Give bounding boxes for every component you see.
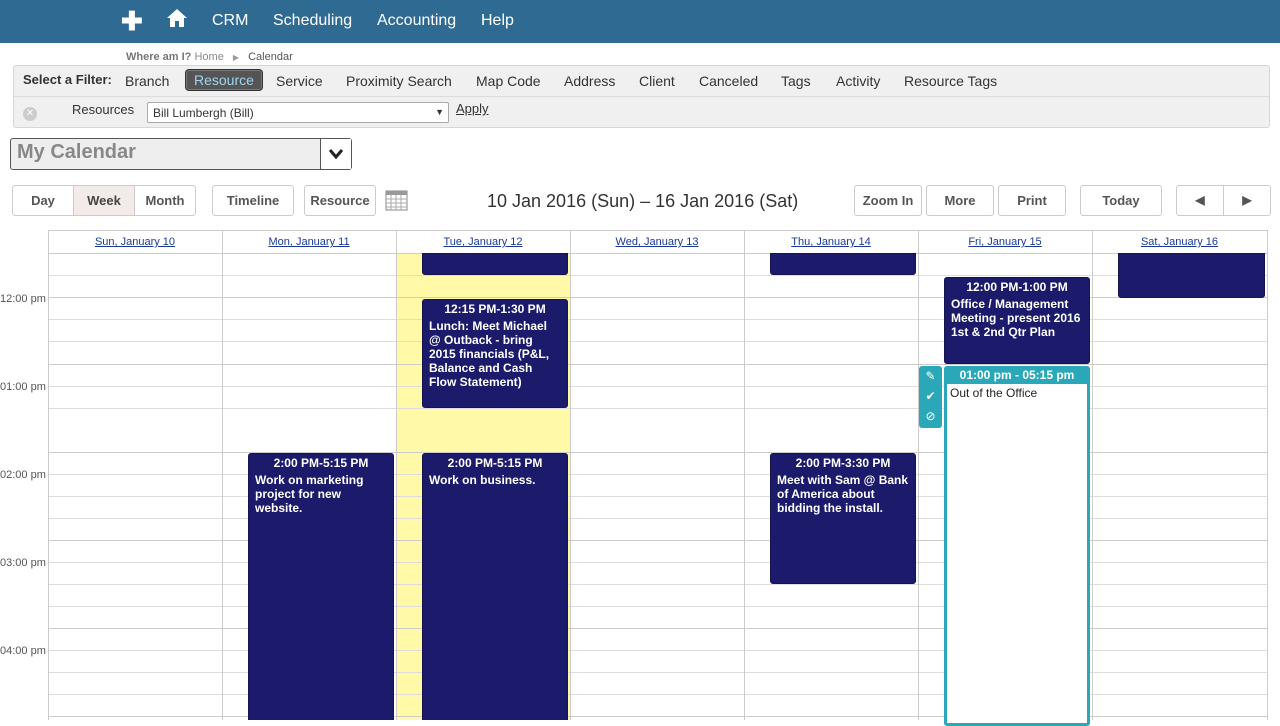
view-resource-button[interactable]: Resource — [304, 185, 376, 216]
filter-label: Select a Filter: — [23, 72, 112, 87]
event-time: 2:00 PM-5:15 PM — [447, 456, 543, 470]
event-description: Work on business. — [429, 473, 536, 487]
breadcrumb: Where am I? Home ▶ Calendar — [126, 51, 293, 63]
grid-line — [570, 230, 571, 720]
event-time: 12:00 PM-1:00 PM — [966, 280, 1068, 294]
event-time: 12:15 PM-1:30 PM — [444, 302, 546, 316]
day-header-tue[interactable]: Tue, January 12 — [396, 232, 570, 254]
breadcrumb-label: Where am I? — [126, 51, 192, 63]
filter-tab-map-code[interactable]: Map Code — [476, 73, 541, 89]
edit-icon[interactable]: ✎ — [919, 366, 942, 386]
time-label: 04:00 pm — [0, 645, 46, 657]
view-month-button[interactable]: Month — [134, 185, 196, 216]
event-tue-lunch[interactable]: 12:15 PM-1:30 PM Lunch: Meet Michael @ O… — [422, 299, 568, 408]
grid-line — [222, 230, 223, 720]
time-label: 03:00 pm — [0, 557, 46, 569]
chevron-down-icon[interactable] — [320, 139, 351, 169]
resources-select-value: Bill Lumbergh (Bill) — [153, 106, 254, 120]
event-description: Work on marketing project for new websit… — [255, 473, 364, 515]
filter-tab-tags[interactable]: Tags — [781, 73, 811, 89]
filter-tab-resource-tags[interactable]: Resource Tags — [904, 73, 997, 89]
day-header-thu[interactable]: Thu, January 14 — [744, 232, 918, 254]
chevron-down-icon: ▼ — [435, 107, 444, 117]
more-button[interactable]: More — [926, 185, 994, 216]
resources-label: Resources — [72, 102, 135, 117]
nav-scheduling[interactable]: Scheduling — [273, 12, 352, 30]
top-nav-bar: ✚ CRM Scheduling Accounting Help — [0, 0, 1280, 43]
calendar-select[interactable]: My Calendar — [10, 138, 352, 170]
breadcrumb-home[interactable]: Home — [194, 51, 223, 63]
resources-select[interactable]: Bill Lumbergh (Bill) ▼ — [147, 102, 449, 123]
calendar-icon[interactable] — [385, 190, 408, 211]
filter-tab-activity[interactable]: Activity — [836, 73, 880, 89]
grid-line — [744, 230, 745, 720]
time-label: 02:00 pm — [0, 469, 46, 481]
grid-line — [48, 364, 1268, 365]
event-mon-marketing[interactable]: 2:00 PM-5:15 PM Work on marketing projec… — [248, 453, 394, 720]
event-description: Meet with Sam @ Bank of America about bi… — [777, 473, 909, 515]
event-block[interactable] — [770, 253, 916, 275]
cancel-icon[interactable]: ⊘ — [919, 406, 942, 426]
event-description: Lunch: Meet Michael @ Outback - bring 20… — [429, 319, 550, 389]
view-day-button[interactable]: Day — [12, 185, 74, 216]
event-time: 01:00 pm - 05:15 pm — [947, 369, 1087, 384]
day-header-sat[interactable]: Sat, January 16 — [1092, 232, 1267, 254]
event-tue-business[interactable]: 2:00 PM-5:15 PM Work on business. — [422, 453, 568, 720]
event-fri-meeting[interactable]: 12:00 PM-1:00 PM Office / Management Mee… — [944, 277, 1090, 364]
day-header-mon[interactable]: Mon, January 11 — [222, 232, 396, 254]
today-button[interactable]: Today — [1080, 185, 1162, 216]
filter-tab-canceled[interactable]: Canceled — [699, 73, 758, 89]
event-time: 2:00 PM-5:15 PM — [273, 456, 369, 470]
event-time: 2:00 PM-3:30 PM — [795, 456, 891, 470]
grid-line — [918, 230, 919, 720]
grid-line — [48, 275, 1268, 276]
filter-tab-service[interactable]: Service — [276, 73, 323, 89]
time-label: 01:00 pm — [0, 381, 46, 393]
nav-crm[interactable]: CRM — [212, 12, 248, 30]
add-icon[interactable]: ✚ — [121, 6, 143, 37]
apply-link[interactable]: Apply — [456, 101, 489, 116]
event-tools: ✎ ✔ ⊘ — [919, 366, 942, 428]
grid-line — [396, 230, 397, 720]
grid-line — [48, 230, 49, 720]
home-icon[interactable] — [166, 7, 188, 35]
print-button[interactable]: Print — [998, 185, 1066, 216]
next-week-button[interactable]: ▶ — [1223, 185, 1271, 216]
event-block[interactable] — [1118, 253, 1265, 298]
grid-line — [1092, 230, 1093, 720]
filter-tab-resource-label: Resource — [194, 72, 254, 88]
day-header-fri[interactable]: Fri, January 15 — [918, 232, 1092, 254]
filter-panel: Select a Filter: Branch Resource Service… — [13, 65, 1270, 128]
clear-filter-icon[interactable]: ✕ — [23, 107, 37, 121]
check-icon[interactable]: ✔ — [919, 386, 942, 406]
view-week-button[interactable]: Week — [73, 185, 135, 216]
event-description: Out of the Office — [950, 386, 1038, 400]
time-label: 12:00 pm — [0, 293, 46, 305]
filter-tab-client[interactable]: Client — [639, 73, 675, 89]
date-range-label: 10 Jan 2016 (Sun) – 16 Jan 2016 (Sat) — [487, 191, 799, 211]
filter-tab-branch[interactable]: Branch — [125, 73, 169, 89]
filter-tab-proximity-search[interactable]: Proximity Search — [346, 73, 452, 89]
filter-tab-address[interactable]: Address — [564, 73, 615, 89]
event-block[interactable] — [422, 253, 568, 275]
day-header-sun[interactable]: Sun, January 10 — [48, 232, 222, 254]
breadcrumb-current: Calendar — [248, 51, 293, 63]
nav-help[interactable]: Help — [481, 12, 514, 30]
nav-accounting[interactable]: Accounting — [377, 12, 456, 30]
view-timeline-button[interactable]: Timeline — [212, 185, 294, 216]
prev-week-button[interactable]: ◀ — [1176, 185, 1224, 216]
event-thu-sam[interactable]: 2:00 PM-3:30 PM Meet with Sam @ Bank of … — [770, 453, 916, 584]
calendar-select-value: My Calendar — [17, 141, 136, 163]
event-fri-out-of-office[interactable]: 01:00 pm - 05:15 pm Out of the Office — [944, 366, 1090, 726]
grid-line — [1267, 230, 1268, 720]
grid-line — [48, 230, 1268, 231]
day-header-wed[interactable]: Wed, January 13 — [570, 232, 744, 254]
filter-tabs-row: Select a Filter: Branch Resource Service… — [14, 66, 1269, 97]
zoom-in-button[interactable]: Zoom In — [854, 185, 922, 216]
breadcrumb-separator-icon: ▶ — [232, 53, 240, 62]
event-description: Office / Management Meeting - present 20… — [951, 297, 1081, 339]
filter-tab-resource[interactable]: Resource — [185, 69, 263, 91]
